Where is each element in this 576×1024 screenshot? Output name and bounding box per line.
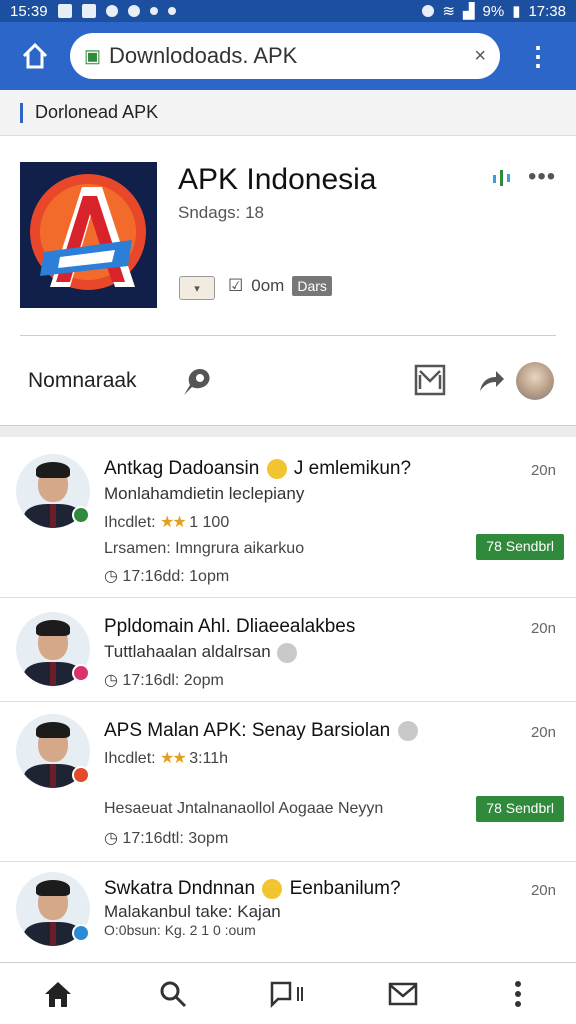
app-card: APK Indonesia Sndags: 18 ▾ ☑ 0om Dars ••… (0, 137, 576, 425)
breadcrumb-marker (20, 102, 23, 123)
notification-icon (149, 7, 158, 15)
user-icon: ☑ (228, 276, 244, 295)
app-subtitle: Sndags: 18 (178, 203, 265, 222)
status-badge (72, 664, 90, 682)
clock-icon: ◷ (104, 672, 118, 689)
profile-avatar[interactable] (516, 362, 554, 400)
status-bar: 15:39 ≋ ▟ 9% ▮ 17:38 (0, 0, 576, 22)
home-button[interactable] (0, 22, 70, 90)
equalizer-icon[interactable] (492, 167, 514, 189)
status-badge (72, 924, 90, 942)
nav-more-button[interactable] (488, 969, 548, 1019)
mail-icon (388, 982, 418, 1005)
feed-timestamp: ◷ 17:16dl: 2opm (104, 672, 224, 689)
browser-toolbar: ▣ Downlodoads. APK × ⋮ (0, 22, 576, 90)
url-bar[interactable]: ▣ Downlodoads. APK × (70, 33, 500, 79)
mail-icon[interactable] (414, 363, 446, 397)
feed-timestamp: ◷ 17:16dd: 1opm (104, 568, 230, 585)
more-vertical-icon (515, 980, 522, 1007)
status-badge (72, 766, 90, 784)
app-meta-text: 0om (251, 276, 285, 295)
feed-title: Swkatra Dndnnan Eenbanilum? (104, 878, 401, 899)
emoji-icon (266, 458, 287, 479)
emoji-icon (397, 720, 418, 741)
battery-icon: ▮ (512, 3, 521, 20)
more-options-button[interactable]: ••• (528, 163, 556, 191)
notification-icon (127, 5, 140, 17)
feed-title: Ppldomain Ahl. Dliaeealakbes (104, 616, 356, 637)
feed-line: Monlahamdietin leclepiany (104, 484, 305, 503)
action-label: Nomnaraak (28, 369, 137, 392)
clock-icon: ◷ (104, 830, 118, 847)
star-icon: ★★ (160, 514, 187, 531)
list-item[interactable]: Antkag Dadoansin J emlemikun? 20n Monlah… (0, 438, 576, 598)
wifi-icon: ≋ (442, 3, 455, 20)
status-time-right: 17:38 (528, 2, 566, 20)
section-divider (0, 425, 576, 437)
home-icon (44, 981, 71, 1007)
app-meta: ☑ 0om Dars (228, 276, 332, 296)
clock-icon: ◷ (104, 568, 118, 585)
divider (20, 335, 556, 336)
feed-meta: Hesaeuat Jntalnanaollol Aogaae Neyyn (104, 800, 384, 817)
search-icon (160, 981, 186, 1007)
feed-line: Tuttlahaalan aldalrsan (104, 642, 299, 663)
feed-rating: Ihcdlet: ★★ 1 100 (104, 514, 230, 531)
nav-mail-button[interactable] (373, 969, 433, 1019)
clear-url-button[interactable]: × (474, 45, 486, 68)
list-item[interactable]: Swkatra Dndnnan Eenbanilum? 20n Malakanb… (0, 862, 576, 962)
nav-search-button[interactable] (143, 969, 203, 1019)
home-icon (22, 42, 48, 69)
feed-tag[interactable]: 78 Sendbrl (476, 796, 564, 822)
emoji-icon (277, 642, 298, 663)
app-title: APK Indonesia (178, 163, 377, 196)
feed-time: 20n (530, 724, 556, 741)
breadcrumb-label[interactable]: Dorlonead APK (35, 102, 158, 123)
breadcrumb: Dorlonead APK (0, 90, 576, 136)
alarm-icon (422, 5, 435, 17)
feed-timestamp: ◷ 17:16dtl: 3opm (104, 830, 229, 847)
notification-icon (167, 7, 176, 15)
feed-time: 20n (530, 462, 556, 479)
browser-menu-button[interactable]: ⋮ (500, 22, 576, 90)
pin-icon[interactable] (178, 365, 214, 399)
emoji-icon (262, 878, 283, 899)
notification-icon (57, 4, 72, 18)
feed-meta: Lrsamen: Imngrura aikarkuo (104, 540, 305, 557)
feed-title: Antkag Dadoansin J emlemikun? (104, 458, 412, 479)
notification-icon (81, 4, 96, 18)
dropdown-button[interactable]: ▾ (179, 276, 215, 300)
feed-tag[interactable]: 78 Sendbrl (476, 534, 564, 560)
feed-time: 20n (530, 882, 556, 899)
app-logo[interactable] (20, 162, 157, 308)
notification-icon (105, 5, 118, 17)
feed-line: Malakanbul take: Kajan (104, 902, 281, 921)
lock-icon: ▣ (84, 45, 102, 66)
nav-home-button[interactable] (28, 969, 88, 1019)
signal-icon: ▟ (462, 3, 475, 20)
battery-percent: 9% (482, 2, 505, 20)
star-icon: ★★ (160, 750, 187, 767)
feed-rating: Ihcdlet: ★★ 3:11h (104, 750, 229, 767)
bottom-navigation (0, 962, 576, 1024)
list-item[interactable]: APS Malan APK: Senay Barsiolan 20n Ihcdl… (0, 702, 576, 862)
chat-icon (270, 981, 303, 1008)
url-text[interactable]: Downlodoads. APK (109, 43, 474, 69)
app-meta-badge: Dars (292, 276, 332, 296)
list-item[interactable]: Ppldomain Ahl. Dliaeealakbes 20n Tuttlah… (0, 598, 576, 702)
feed-timestamp: O:0bsun: Kg. 2 1 0 :oum (104, 922, 256, 938)
share-icon[interactable] (476, 365, 506, 395)
nav-chat-button[interactable] (258, 969, 318, 1019)
status-time-left: 15:39 (10, 2, 48, 20)
feed-time: 20n (530, 620, 556, 637)
feed-title: APS Malan APK: Senay Barsiolan (104, 720, 420, 742)
status-badge (72, 506, 90, 524)
